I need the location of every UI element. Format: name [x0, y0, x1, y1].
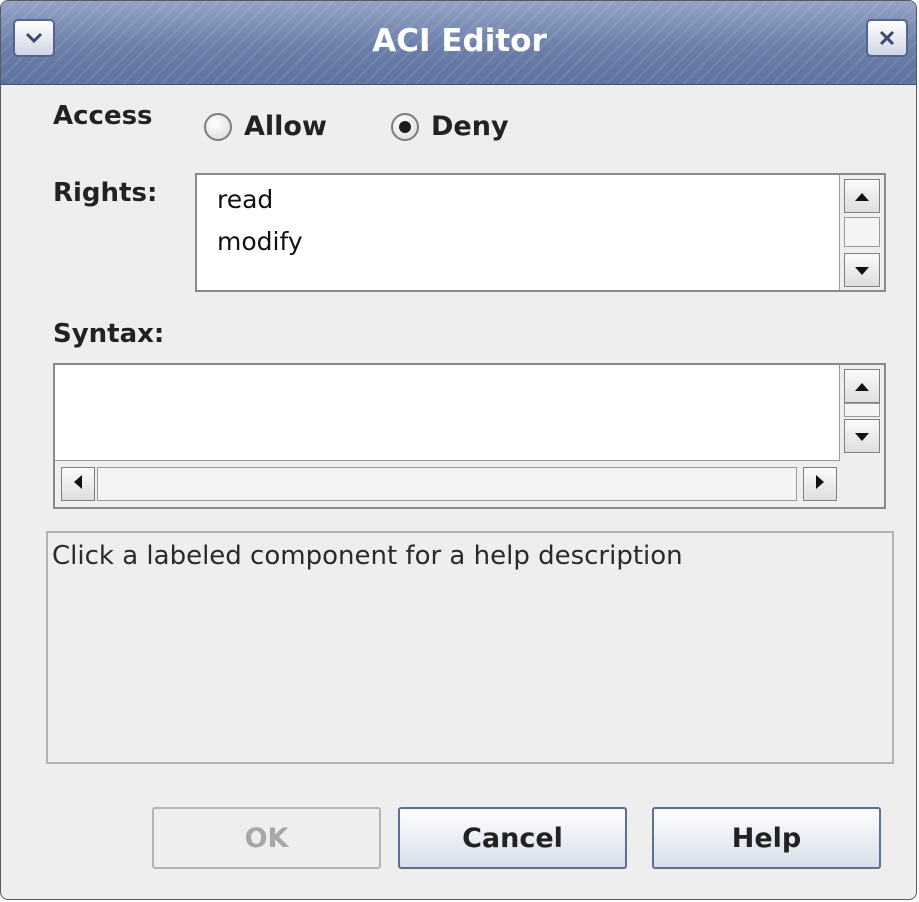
radio-indicator-selected — [391, 112, 419, 141]
arrow-right-icon — [815, 474, 825, 494]
list-item[interactable]: modify — [217, 227, 303, 256]
close-button[interactable] — [866, 19, 908, 57]
allow-radio[interactable]: Allow — [204, 111, 327, 142]
aci-editor-dialog: ACI Editor Access Allow Deny Rights: rea… — [0, 0, 917, 900]
scroll-down-button[interactable] — [844, 419, 880, 453]
arrow-up-icon — [854, 187, 870, 206]
window-title: ACI Editor — [372, 23, 547, 59]
arrow-up-icon — [854, 377, 870, 396]
allow-radio-label: Allow — [244, 111, 327, 142]
rights-label: Rights: — [53, 178, 158, 208]
syntax-horizontal-scrollbar[interactable] — [55, 460, 840, 507]
ok-button[interactable]: OK — [152, 807, 381, 869]
help-description-text: Click a labeled component for a help des… — [52, 541, 683, 571]
rights-list[interactable]: read modify — [195, 173, 886, 292]
rights-vertical-scrollbar[interactable] — [839, 175, 884, 290]
scroll-thumb[interactable] — [844, 403, 880, 417]
scrollbar-corner — [840, 461, 884, 507]
help-button[interactable]: Help — [652, 807, 881, 869]
close-icon — [878, 29, 896, 47]
scroll-thumb[interactable] — [844, 217, 880, 247]
scroll-down-button[interactable] — [844, 253, 880, 287]
syntax-text-area[interactable] — [53, 363, 886, 509]
arrow-down-icon — [854, 261, 870, 280]
scroll-up-button[interactable] — [844, 369, 880, 403]
radio-indicator — [204, 112, 232, 141]
syntax-label: Syntax: — [53, 319, 165, 349]
cancel-button[interactable]: Cancel — [398, 807, 627, 869]
scroll-left-button[interactable] — [61, 467, 95, 501]
help-description-panel: Click a labeled component for a help des… — [46, 531, 894, 764]
access-label: Access — [53, 101, 153, 131]
syntax-vertical-scrollbar[interactable] — [839, 365, 884, 461]
deny-radio-label: Deny — [431, 111, 509, 142]
title-bar[interactable]: ACI Editor — [1, 1, 916, 85]
deny-radio[interactable]: Deny — [391, 111, 509, 142]
arrow-down-icon — [854, 427, 870, 446]
list-item[interactable]: read — [217, 185, 273, 214]
scroll-right-button[interactable] — [803, 467, 837, 501]
arrow-left-icon — [73, 474, 83, 494]
scroll-up-button[interactable] — [844, 179, 880, 213]
scroll-thumb[interactable] — [97, 467, 797, 501]
